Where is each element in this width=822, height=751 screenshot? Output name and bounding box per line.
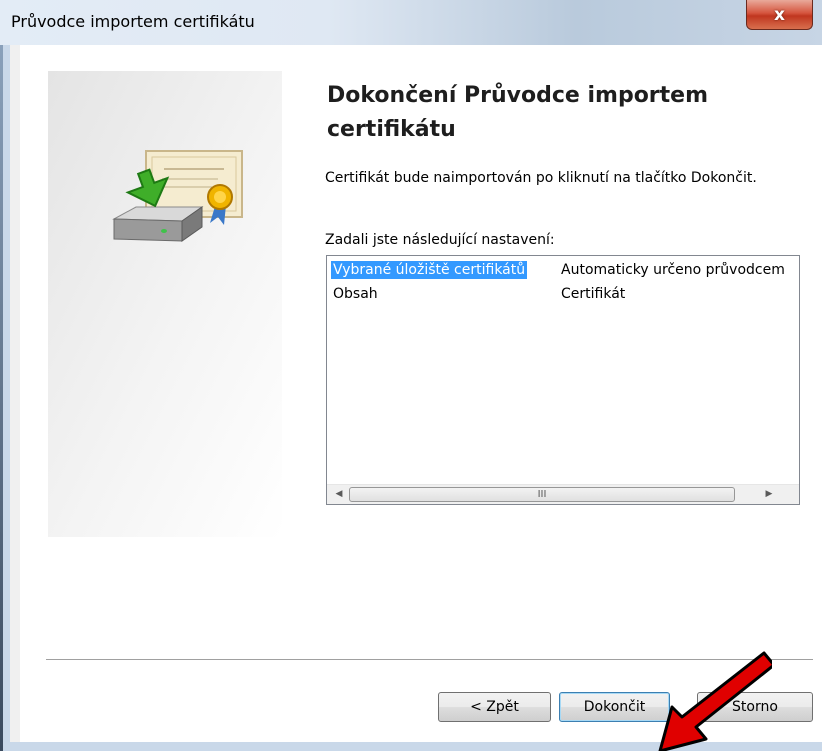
settings-label: Zadali jste následující nastavení: [325, 232, 555, 248]
certificate-import-icon [112, 150, 243, 242]
setting-value: Automaticky určeno průvodcem [561, 262, 785, 278]
settings-list[interactable]: Vybrané úložiště certifikátů Automaticky… [326, 255, 800, 505]
setting-name: Vybrané úložiště certifikátů [331, 261, 528, 279]
description-text: Certifikát bude naimportován po kliknutí… [325, 170, 757, 186]
annotation-arrow-icon [658, 651, 772, 751]
title-bar: Průvodce importem certifikátu x [0, 0, 822, 45]
setting-name: Obsah [333, 286, 378, 302]
wizard-side-panel [48, 71, 282, 537]
list-item[interactable]: Obsah Certifikát [327, 284, 799, 306]
scroll-thumb[interactable]: III [349, 487, 735, 502]
close-button[interactable]: x [746, 0, 813, 30]
list-item[interactable]: Vybrané úložiště certifikátů Automaticky… [327, 260, 799, 282]
scroll-right-icon[interactable]: ▶ [759, 485, 779, 504]
horizontal-scrollbar[interactable]: ◀ III ▶ [327, 484, 799, 504]
window-title: Průvodce importem certifikátu [11, 12, 255, 31]
scroll-left-icon[interactable]: ◀ [329, 485, 349, 504]
scroll-grip: III [537, 489, 547, 500]
close-icon: x [774, 4, 785, 25]
back-button[interactable]: < Zpět [438, 692, 551, 722]
page-title: Dokončení Průvodce importem certifikátu [327, 83, 709, 142]
wizard-content: Dokončení Průvodce importem certifikátu … [20, 45, 822, 751]
setting-value: Certifikát [561, 286, 626, 302]
wizard-window: Průvodce importem certifikátu x Dokončen… [0, 0, 822, 751]
